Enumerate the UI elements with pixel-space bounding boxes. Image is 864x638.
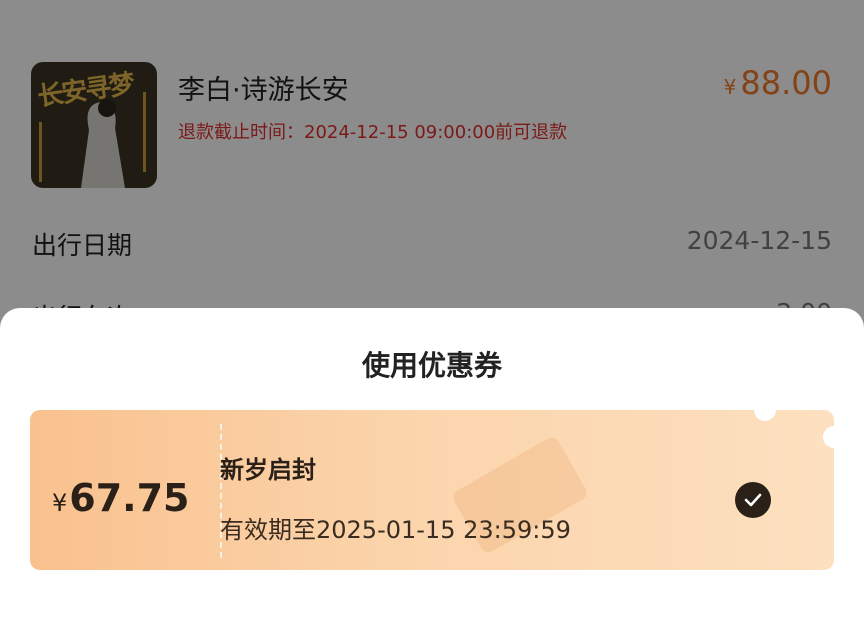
coupon-notch xyxy=(754,410,776,421)
selected-check-icon[interactable] xyxy=(735,482,771,518)
coupon-expiry: 有效期至2025-01-15 23:59:59 xyxy=(220,516,571,544)
coupon-notch xyxy=(823,426,834,448)
coupon-name: 新岁启封 xyxy=(220,456,316,484)
coupon-card[interactable]: ¥67.75 新岁启封 有效期至2025-01-15 23:59:59 xyxy=(30,410,834,570)
coupon-sheet: 使用优惠券 ¥67.75 新岁启封 有效期至2025-01-15 23:59:5… xyxy=(0,308,864,638)
coupon-amount-value: 67.75 xyxy=(69,476,190,520)
coupon-amount: ¥67.75 xyxy=(52,476,189,520)
coupon-currency-symbol: ¥ xyxy=(52,489,68,517)
sheet-title: 使用优惠券 xyxy=(361,349,502,382)
